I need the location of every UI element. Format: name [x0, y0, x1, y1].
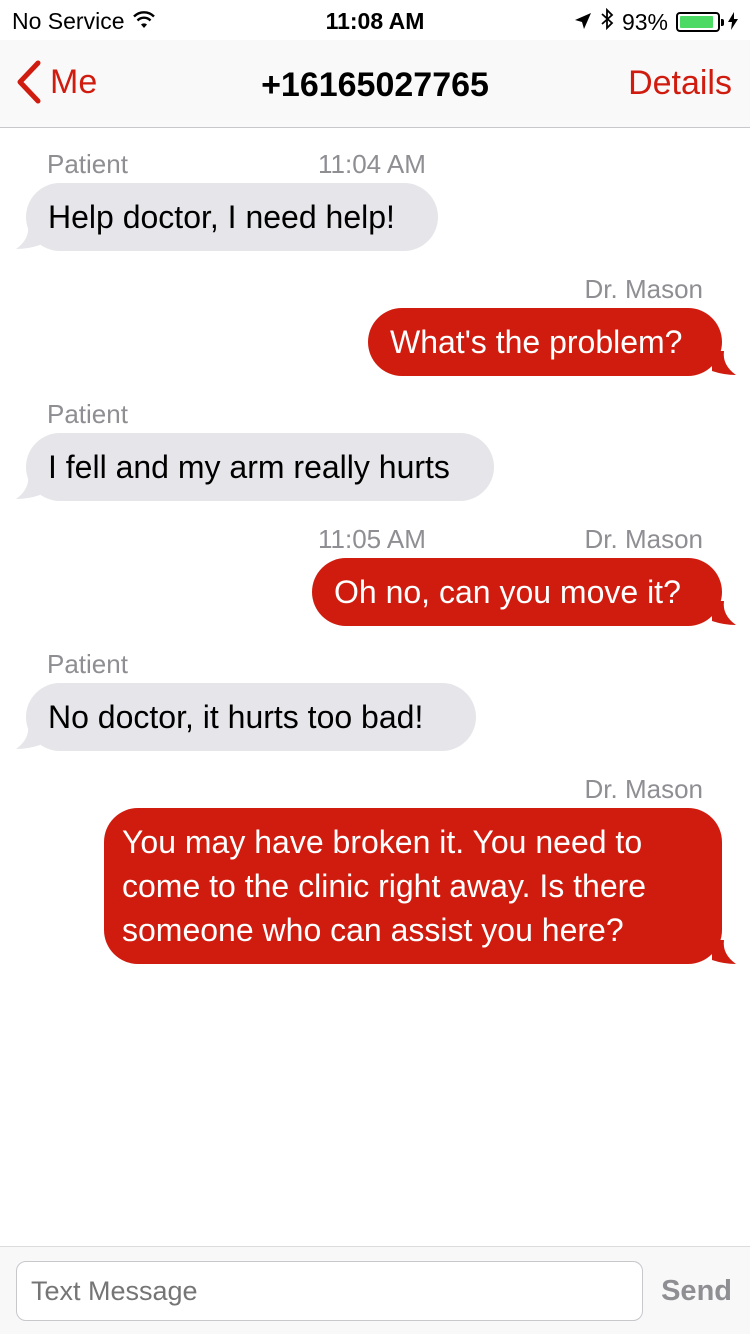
battery-icon — [676, 12, 724, 32]
sender-label: Dr. Mason — [584, 774, 704, 804]
back-button[interactable]: Me — [16, 60, 97, 104]
message-text: No doctor, it hurts too bad! — [26, 683, 476, 751]
chevron-left-icon — [17, 60, 41, 104]
message-text: I fell and my arm really hurts — [26, 433, 494, 501]
sender-label: Dr. Mason — [584, 274, 704, 304]
details-button[interactable]: Details — [628, 64, 732, 103]
battery-cap — [721, 19, 724, 26]
message-input[interactable] — [16, 1261, 643, 1321]
timestamp: 11:05 AM — [318, 524, 426, 554]
message-text: Help doctor, I need help! — [26, 183, 438, 251]
message-text: Oh no, can you move it? — [312, 558, 722, 626]
message-thread[interactable]: Patient 11:04 AM Help doctor, I need hel… — [0, 129, 750, 1244]
sender-label: Patient — [47, 649, 128, 679]
battery-level-fill — [680, 16, 714, 28]
bluetooth-icon — [600, 7, 614, 36]
sender-label: Patient — [47, 149, 128, 179]
status-bar: No Service 11:08 AM 93% — [0, 0, 750, 40]
message-text: You may have broken it. You need to come… — [104, 808, 722, 964]
message-text: What's the problem? — [368, 308, 722, 376]
battery-percent: 93% — [621, 8, 668, 35]
status-right: 93% — [574, 7, 738, 36]
sender-label: Dr. Mason — [584, 524, 704, 554]
back-label: Me — [50, 62, 98, 101]
nav-bar: Me +16165027765 Details — [0, 40, 750, 128]
location-arrow-icon — [574, 9, 592, 36]
sender-label: Patient — [47, 399, 128, 429]
message-input-bar: Send — [0, 1246, 750, 1334]
charging-bolt-icon — [728, 9, 738, 36]
timestamp: 11:04 AM — [318, 149, 426, 179]
send-button[interactable]: Send — [661, 1275, 732, 1308]
